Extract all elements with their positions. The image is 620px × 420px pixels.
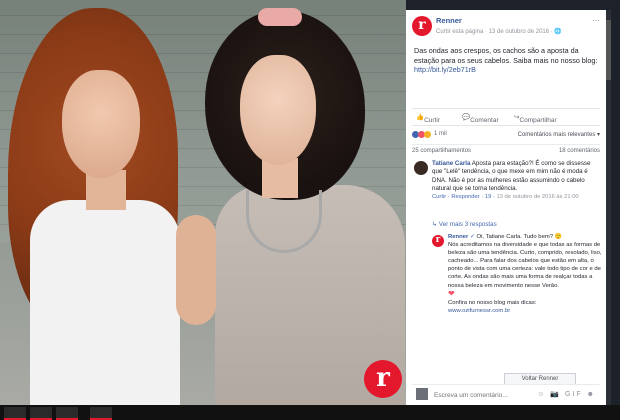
page-avatar[interactable]: r xyxy=(412,16,432,36)
comment-sort-dropdown[interactable]: Comentários mais relevantes ▾ xyxy=(518,131,600,138)
comment-label: Comentar xyxy=(470,117,499,124)
reaction-count[interactable]: 1 mil xyxy=(434,131,447,137)
view-more-replies[interactable]: ↳ Ver mais 3 respostas xyxy=(432,221,497,228)
renner-watermark-logo: r xyxy=(364,360,402,398)
current-user-avatar xyxy=(416,388,428,400)
post-stats: 25 compartilhamentos 18 comentários xyxy=(412,144,600,157)
share-count[interactable]: 25 compartilhamentos xyxy=(412,148,471,154)
model-left-face xyxy=(62,70,140,178)
hair-bow xyxy=(258,8,302,26)
view-more-replies-label: Ver mais 3 respostas xyxy=(438,221,497,228)
reply-author[interactable]: Renner xyxy=(448,234,468,240)
share-label: Compartilhar xyxy=(519,117,557,124)
taskbar-item[interactable] xyxy=(90,407,112,420)
verified-icon: ✓ xyxy=(469,234,475,240)
reply-text-main: Nós acreditamos na diversidade e que tod… xyxy=(448,242,602,289)
model-left-top xyxy=(30,200,180,405)
comment-button[interactable]: 💬 Comentar xyxy=(462,113,499,124)
model-right-face xyxy=(240,55,316,165)
post-meta: Curtir esta página · 13 de outubro de 20… xyxy=(436,28,562,35)
comment-thread: Tatiane Carla Aposta para estação?! É co… xyxy=(412,157,602,405)
commenter-avatar[interactable] xyxy=(414,161,428,175)
comment-count[interactable]: 18 comentários xyxy=(559,148,600,154)
comment-composer: ☺ 📷 GIF ☻ xyxy=(412,384,600,403)
model-left-arm xyxy=(176,215,216,325)
reactions-bar: 1 mil Comentários mais relevantes ▾ xyxy=(412,126,600,144)
scrollbar-thumb[interactable] xyxy=(606,20,611,80)
comment-reply-link[interactable]: Responder xyxy=(451,194,479,200)
taskbar xyxy=(0,405,620,420)
comment-time[interactable]: 13 de outubro de 2016 às 21:00 xyxy=(496,194,578,200)
reply-text-greeting: Oi, Tatiane Carla. Tudo bem? 🙂 xyxy=(476,234,562,240)
post-meta-text: Curtir esta página · 13 de outubro de 20… xyxy=(436,29,555,35)
heart-icon: ❤ xyxy=(448,288,455,298)
reply-link[interactable]: www.ozifurnessr.com.br xyxy=(448,308,510,314)
comment-actions: Curtir · Responder · 19 · 13 de outubro … xyxy=(432,194,579,201)
comment-input[interactable] xyxy=(432,389,546,401)
composer-icons[interactable]: ☺ 📷 GIF ☻ xyxy=(537,390,596,398)
post-header: r Renner Curtir esta página · 13 de outu… xyxy=(406,10,606,44)
like-button[interactable]: 👍 Curtir xyxy=(416,113,440,124)
comment-body: Tatiane Carla Aposta para estação?! É co… xyxy=(432,160,602,201)
comment-like-link[interactable]: Curtir xyxy=(432,194,446,200)
reply-text-cta: Confira no nosso blog mais dicas: xyxy=(448,299,537,306)
taskbar-item[interactable] xyxy=(4,407,26,420)
globe-icon: 🌐 xyxy=(554,29,562,35)
post-side-panel: r Renner Curtir esta página · 13 de outu… xyxy=(406,10,606,405)
post-body: Das ondas aos crespos, os cachos são a a… xyxy=(414,46,598,65)
post-text: Das ondas aos crespos, os cachos são a a… xyxy=(406,44,606,108)
like-label: Curtir xyxy=(424,117,440,124)
comment-author[interactable]: Tatiane Carla xyxy=(432,160,470,167)
comment-reaction-count[interactable]: 19 xyxy=(485,194,491,200)
page-name[interactable]: Renner xyxy=(436,16,462,25)
more-options-icon[interactable]: ⋯ xyxy=(592,16,600,25)
share-button[interactable]: ↪ Compartilhar xyxy=(514,113,557,124)
wow-reaction-icon[interactable] xyxy=(424,131,431,138)
reply-avatar[interactable]: r xyxy=(432,235,444,247)
post-link[interactable]: http://bit.ly/2eb71rB xyxy=(414,65,476,74)
post-actions: 👍 Curtir 💬 Comentar ↪ Compartilhar xyxy=(412,108,600,126)
taskbar-item[interactable] xyxy=(30,407,52,420)
reply-body: Renner ✓ Oi, Tatiane Carla. Tudo bem? 🙂 … xyxy=(448,233,604,315)
taskbar-item[interactable] xyxy=(56,407,78,420)
post-photo[interactable]: r xyxy=(0,0,406,405)
